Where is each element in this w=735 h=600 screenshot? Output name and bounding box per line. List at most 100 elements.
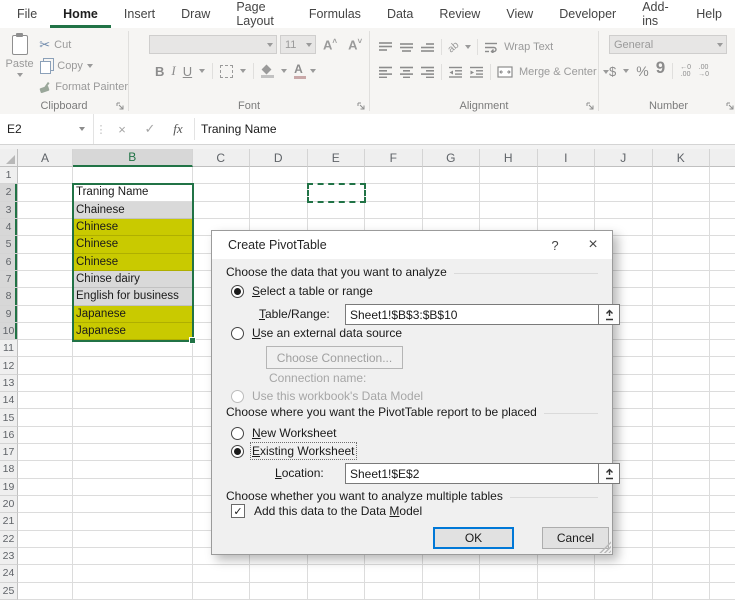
- grid-cell[interactable]: [710, 513, 735, 530]
- grid-cell[interactable]: [710, 184, 735, 201]
- radio-selected-icon[interactable]: [231, 285, 244, 298]
- resize-grip[interactable]: [598, 540, 611, 553]
- grid-cell[interactable]: [653, 254, 711, 271]
- tab-page-layout[interactable]: Page Layout: [223, 0, 296, 28]
- grid-cell[interactable]: [193, 202, 251, 219]
- grid-cell[interactable]: [710, 254, 735, 271]
- grid-cell[interactable]: [18, 184, 73, 201]
- grid-cell[interactable]: [538, 202, 596, 219]
- align-middle-icon[interactable]: [399, 41, 414, 53]
- grid-cell[interactable]: Chainese: [73, 202, 193, 219]
- merge-center-icon[interactable]: [497, 66, 513, 78]
- grid-cell[interactable]: [710, 323, 735, 340]
- grid-cell[interactable]: [538, 565, 596, 582]
- format-painter-button[interactable]: Format Painter: [39, 76, 128, 97]
- tab-add-ins[interactable]: Add-ins: [629, 0, 683, 28]
- grid-cell[interactable]: [710, 479, 735, 496]
- grid-cell[interactable]: [308, 565, 366, 582]
- align-center-icon[interactable]: [399, 66, 414, 78]
- font-size-combo[interactable]: 11: [280, 35, 316, 54]
- grid-cell[interactable]: Chinese: [73, 254, 193, 271]
- fill-handle[interactable]: [189, 337, 196, 344]
- column-header-partial[interactable]: [710, 149, 735, 167]
- grid-cell[interactable]: [710, 167, 735, 184]
- grid-cell[interactable]: [18, 461, 73, 478]
- row-header-4[interactable]: 4: [0, 219, 18, 236]
- radio-select-table-range[interactable]: Select a table or range: [226, 283, 598, 299]
- name-box[interactable]: E2: [0, 114, 94, 144]
- grid-cell[interactable]: [710, 583, 735, 600]
- row-header-5[interactable]: 5: [0, 236, 18, 253]
- merge-center-label[interactable]: Merge & Center: [519, 66, 597, 78]
- grid-cell[interactable]: Chinese: [73, 219, 193, 236]
- clipboard-dialog-launcher-icon[interactable]: [115, 101, 125, 111]
- align-left-icon[interactable]: [378, 66, 393, 78]
- radio-external-source[interactable]: Use an external data source: [226, 325, 598, 341]
- grid-cell[interactable]: [710, 306, 735, 323]
- grid-cell[interactable]: [308, 184, 366, 201]
- grid-cell[interactable]: [73, 427, 193, 444]
- grid-cell[interactable]: [653, 531, 711, 548]
- grid-cell[interactable]: [653, 548, 711, 565]
- number-format-combo[interactable]: General: [609, 35, 727, 54]
- grid-cell[interactable]: [710, 271, 735, 288]
- grid-cell[interactable]: Japanese: [73, 323, 193, 340]
- row-header-13[interactable]: 13: [0, 375, 18, 392]
- grid-cell[interactable]: [480, 184, 538, 201]
- copy-button[interactable]: Copy: [39, 55, 128, 76]
- grid-cell[interactable]: [653, 357, 711, 374]
- grid-cell[interactable]: [653, 219, 711, 236]
- grid-cell[interactable]: [710, 409, 735, 426]
- row-header-7[interactable]: 7: [0, 271, 18, 288]
- accounting-format-button[interactable]: $: [609, 64, 616, 79]
- grid-cell[interactable]: [18, 340, 73, 357]
- tab-file[interactable]: File: [4, 0, 50, 28]
- column-header-f[interactable]: F: [365, 149, 423, 167]
- grid-cell[interactable]: [365, 583, 423, 600]
- grid-cell[interactable]: [73, 409, 193, 426]
- grid-cell[interactable]: [653, 392, 711, 409]
- tab-insert[interactable]: Insert: [111, 0, 168, 28]
- row-header-12[interactable]: 12: [0, 357, 18, 374]
- increase-decimal-button[interactable]: ←0 .00: [680, 64, 691, 78]
- collapse-dialog-button[interactable]: [598, 304, 620, 325]
- tab-home[interactable]: Home: [50, 0, 111, 28]
- alignment-dialog-launcher-icon[interactable]: [585, 101, 595, 111]
- row-header-10[interactable]: 10: [0, 323, 18, 340]
- grid-cell[interactable]: [653, 184, 711, 201]
- align-top-icon[interactable]: [378, 41, 393, 53]
- radio-workbook-data-model[interactable]: Use this workbook's Data Model: [226, 388, 598, 404]
- grid-cell[interactable]: [18, 409, 73, 426]
- tab-review[interactable]: Review: [426, 0, 493, 28]
- row-header-23[interactable]: 23: [0, 548, 18, 565]
- grid-cell[interactable]: [538, 583, 596, 600]
- grid-cell[interactable]: [653, 461, 711, 478]
- borders-chevron-icon[interactable]: [240, 69, 246, 73]
- grid-cell[interactable]: Traning Name: [73, 184, 193, 201]
- column-header-j[interactable]: J: [595, 149, 653, 167]
- grid-cell[interactable]: [595, 583, 653, 600]
- grid-cell[interactable]: [423, 583, 481, 600]
- grid-cell[interactable]: [538, 167, 596, 184]
- cut-button[interactable]: ✂ Cut: [39, 34, 128, 55]
- radio-selected-icon[interactable]: [231, 445, 244, 458]
- grid-cell[interactable]: [710, 392, 735, 409]
- grid-cell[interactable]: [18, 375, 73, 392]
- row-header-8[interactable]: 8: [0, 288, 18, 305]
- grid-cell[interactable]: [423, 184, 481, 201]
- column-header-c[interactable]: C: [193, 149, 251, 167]
- grid-cell[interactable]: [18, 392, 73, 409]
- grid-cell[interactable]: [308, 167, 366, 184]
- add-to-data-model-checkbox[interactable]: ✓ Add this data to the Data Model: [226, 503, 598, 519]
- grid-cell[interactable]: [710, 357, 735, 374]
- grid-cell[interactable]: [710, 565, 735, 582]
- grid-cell[interactable]: [193, 167, 251, 184]
- grid-cell[interactable]: [18, 167, 73, 184]
- wrap-text-icon[interactable]: [484, 41, 498, 53]
- grid-cell[interactable]: [18, 565, 73, 582]
- grid-cell[interactable]: Chinese: [73, 236, 193, 253]
- tab-draw[interactable]: Draw: [168, 0, 223, 28]
- grid-cell[interactable]: [653, 583, 711, 600]
- grid-cell[interactable]: [73, 565, 193, 582]
- grid-cell[interactable]: [250, 583, 308, 600]
